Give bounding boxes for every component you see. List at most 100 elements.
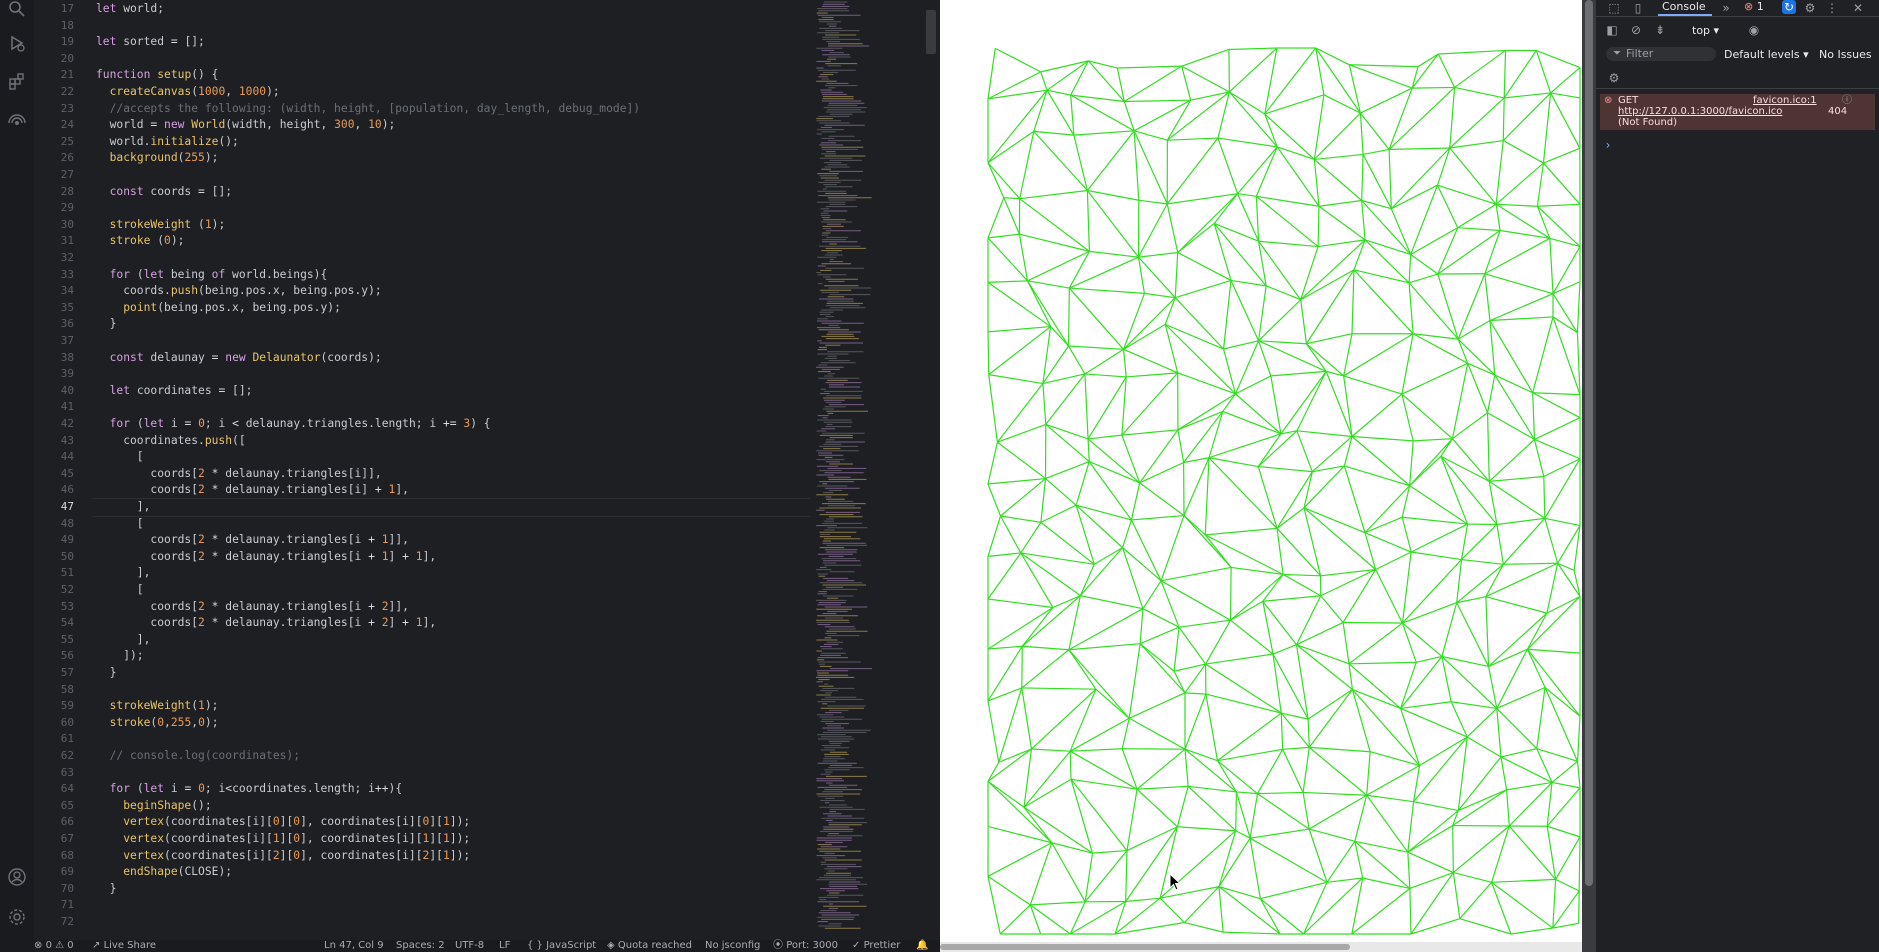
code-line[interactable]: [ <box>96 581 144 598</box>
code-line[interactable]: coords[2 * delaunay.triangles[i + 1] + 1… <box>96 548 436 565</box>
line-number: 20 <box>60 51 74 65</box>
line-number: 43 <box>60 433 74 447</box>
remote-explorer-icon[interactable] <box>7 112 27 132</box>
code-line[interactable]: let coordinates = []; <box>96 382 253 399</box>
account-icon[interactable] <box>7 868 27 888</box>
live-share-button[interactable]: ↗ Live Share <box>92 940 156 952</box>
code-line[interactable]: coords[2 * delaunay.triangles[i]], <box>96 465 381 482</box>
code-editor[interactable]: 17 18 19 20 21 22 23 24 25 26 27 28 29 30 31 32 33 34 35 36… <box>34 0 940 940</box>
code-line[interactable]: point(being.pos.x, being.pos.y); <box>96 299 341 316</box>
request-url-link[interactable]: http://127.0.0.1:3000/favicon.ico <box>1618 106 1782 117</box>
inspect-element-icon[interactable]: ⬚ <box>1606 0 1622 16</box>
editor-scrollbar[interactable] <box>926 10 936 54</box>
prettier-status[interactable]: ✓ Prettier <box>852 940 900 952</box>
dropdown-arrow-icon: ▾ <box>1803 48 1809 61</box>
code-line[interactable]: beginShape(); <box>96 797 211 814</box>
code-line[interactable]: function setup() { <box>96 66 218 83</box>
code-line[interactable]: coords[2 * delaunay.triangles[i + 2] + 1… <box>96 614 436 631</box>
encoding[interactable]: UTF-8 <box>455 940 484 952</box>
code-line[interactable]: vertex(coordinates[i][0][0], coordinates… <box>96 813 470 830</box>
minimap[interactable] <box>814 0 904 935</box>
code-line[interactable]: strokeWeight(1); <box>96 697 219 714</box>
live-expression-eye-icon[interactable]: ◉ <box>1746 22 1762 38</box>
quota-indicator[interactable]: ◈ Quota reached <box>607 940 692 952</box>
code-line[interactable]: stroke (0); <box>96 232 185 249</box>
log-levels-dropdown[interactable]: Default levels ▾ <box>1724 48 1809 61</box>
code-line[interactable]: } <box>96 664 117 681</box>
settings-gear-icon[interactable] <box>7 908 27 928</box>
code-line[interactable]: world.initialize(); <box>96 133 239 150</box>
code-line[interactable]: ]); <box>96 647 143 664</box>
code-line[interactable]: let world; <box>96 0 164 17</box>
tab-console[interactable]: Console <box>1662 0 1706 14</box>
context-selector[interactable]: top ▾ <box>1692 24 1719 37</box>
code-line[interactable]: let sorted = []; <box>96 33 205 50</box>
sketch-canvas-preview[interactable] <box>940 0 1582 942</box>
code-line[interactable]: createCanvas(1000, 1000); <box>96 83 280 100</box>
preview-vertical-scrollbar[interactable] <box>1582 0 1596 952</box>
code-line[interactable]: ], <box>96 498 151 515</box>
info-icon[interactable]: ⓘ <box>1842 95 1852 106</box>
code-line[interactable]: world = new World(width, height, 300, 10… <box>96 116 396 133</box>
code-line[interactable]: //accepts the following: (width, height,… <box>96 100 641 117</box>
settings-gear-icon[interactable]: ⚙ <box>1802 0 1818 16</box>
delaunay-mesh <box>987 47 1581 935</box>
more-options-icon[interactable]: ⋮ <box>1824 0 1840 16</box>
problems-indicator[interactable]: ⊗ 0 ⚠ 0 <box>34 940 74 952</box>
indentation[interactable]: Spaces: 2 <box>396 940 445 952</box>
activity-bar <box>0 0 34 940</box>
code-line[interactable]: coords[2 * delaunay.triangles[i] + 1], <box>96 481 409 498</box>
line-number: 25 <box>60 134 74 148</box>
code-line[interactable]: } <box>96 315 117 332</box>
more-tabs-chevron-icon[interactable]: » <box>1718 0 1734 16</box>
code-line[interactable]: vertex(coordinates[i][2][0], coordinates… <box>96 847 470 864</box>
error-count-badge[interactable]: ⊗ 1 <box>1744 0 1764 14</box>
close-devtools-icon[interactable]: ✕ <box>1850 0 1866 16</box>
extensions-icon[interactable] <box>7 73 27 93</box>
console-prompt-chevron-icon[interactable]: › <box>1600 137 1616 153</box>
errors-count: 0 <box>45 940 52 951</box>
code-line[interactable]: vertex(coordinates[i][1][0], coordinates… <box>96 830 470 847</box>
search-icon[interactable] <box>7 0 27 20</box>
code-line[interactable]: for (let i = 0; i<coordinates.length; i+… <box>96 780 403 797</box>
code-line[interactable]: strokeWeight (1); <box>96 216 226 233</box>
device-toolbar-icon[interactable]: ▯ <box>1630 0 1646 16</box>
code-line[interactable]: ], <box>96 631 151 648</box>
code-line[interactable]: background(255); <box>96 149 219 166</box>
line-number: 67 <box>60 832 74 845</box>
preview-horizontal-scrollbar[interactable] <box>940 942 1582 952</box>
end-of-line[interactable]: LF <box>499 940 510 952</box>
live-share-icon: ↗ <box>92 940 101 951</box>
clear-console-icon[interactable]: ⊘ <box>1628 22 1644 38</box>
live-server-port[interactable]: ⦿ Port: 3000 <box>773 940 838 952</box>
code-line[interactable]: // console.log(coordinates); <box>96 747 300 764</box>
cursor-position[interactable]: Ln 47, Col 9 <box>324 940 384 952</box>
error-source-link[interactable]: favicon.ico:1 <box>1753 95 1817 106</box>
code-line[interactable]: coords[2 * delaunay.triangles[i + 2]], <box>96 598 409 615</box>
line-number: 53 <box>60 599 74 613</box>
console-filter-input[interactable]: ⏷ Filter <box>1606 47 1716 61</box>
code-line[interactable]: coordinates.push([ <box>96 432 245 449</box>
code-line[interactable]: [ <box>96 448 144 465</box>
language-mode[interactable]: { } JavaScript <box>527 940 596 952</box>
code-line[interactable]: endShape(CLOSE); <box>96 863 232 880</box>
filter-split-icon[interactable]: ⇟ <box>1652 22 1668 38</box>
code-line[interactable]: ], <box>96 564 151 581</box>
issues-indicator[interactable]: No Issues <box>1819 48 1872 61</box>
sidebar-toggle-icon[interactable]: ◧ <box>1604 22 1620 38</box>
code-line[interactable]: const coords = []; <box>96 183 232 200</box>
code-line[interactable]: stroke(0,255,0); <box>96 714 219 731</box>
code-line[interactable]: [ <box>96 515 144 532</box>
code-line[interactable]: } <box>96 880 117 897</box>
run-debug-icon[interactable] <box>7 34 27 54</box>
code-line[interactable]: for (let being of world.beings){ <box>96 266 328 283</box>
code-line[interactable]: coords.push(being.pos.x, being.pos.y); <box>96 282 381 299</box>
line-number: 63 <box>60 765 74 779</box>
code-line[interactable]: const delaunay = new Delaunator(coords); <box>96 349 382 366</box>
code-line[interactable]: for (let i = 0; i < delaunay.triangles.l… <box>96 415 491 432</box>
console-settings-gear-icon[interactable]: ⚙ <box>1606 70 1622 86</box>
sync-extension-icon[interactable]: ↻ <box>1782 0 1796 14</box>
notifications-bell-icon[interactable]: 🔔 <box>916 940 928 952</box>
code-line[interactable]: coords[2 * delaunay.triangles[i + 1]], <box>96 531 409 548</box>
jsconfig-indicator[interactable]: No jsconfig <box>705 940 760 952</box>
